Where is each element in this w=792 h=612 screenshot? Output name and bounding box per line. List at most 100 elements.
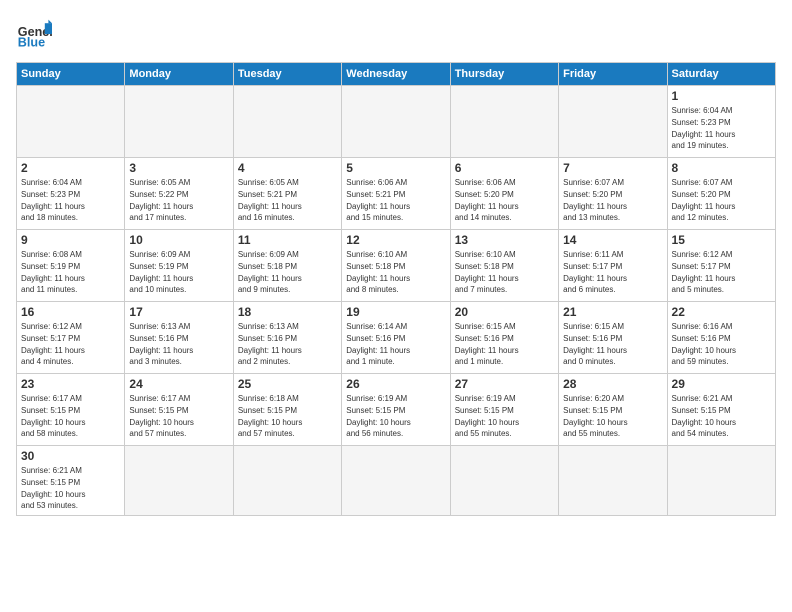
day-cell: 26 Sunrise: 6:19 AM Sunset: 5:15 PM Dayli… bbox=[342, 374, 450, 446]
day-info: Sunrise: 6:20 AM Sunset: 5:15 PM Dayligh… bbox=[563, 394, 627, 438]
day-cell: 17 Sunrise: 6:13 AM Sunset: 5:16 PM Dayli… bbox=[125, 302, 233, 374]
header: General Blue bbox=[16, 16, 776, 52]
day-info: Sunrise: 6:09 AM Sunset: 5:18 PM Dayligh… bbox=[238, 250, 302, 294]
day-info: Sunrise: 6:04 AM Sunset: 5:23 PM Dayligh… bbox=[21, 178, 85, 222]
day-number: 24 bbox=[129, 377, 228, 391]
day-number: 27 bbox=[455, 377, 554, 391]
day-info: Sunrise: 6:15 AM Sunset: 5:16 PM Dayligh… bbox=[455, 322, 519, 366]
day-number: 17 bbox=[129, 305, 228, 319]
day-cell bbox=[125, 446, 233, 516]
day-number: 23 bbox=[21, 377, 120, 391]
day-cell bbox=[450, 86, 558, 158]
header-wednesday: Wednesday bbox=[342, 63, 450, 86]
day-number: 13 bbox=[455, 233, 554, 247]
day-info: Sunrise: 6:19 AM Sunset: 5:15 PM Dayligh… bbox=[346, 394, 410, 438]
day-number: 7 bbox=[563, 161, 662, 175]
logo: General Blue bbox=[16, 16, 56, 52]
day-cell: 21 Sunrise: 6:15 AM Sunset: 5:16 PM Dayli… bbox=[559, 302, 667, 374]
day-number: 18 bbox=[238, 305, 337, 319]
week-row-3: 16 Sunrise: 6:12 AM Sunset: 5:17 PM Dayli… bbox=[17, 302, 776, 374]
day-info: Sunrise: 6:08 AM Sunset: 5:19 PM Dayligh… bbox=[21, 250, 85, 294]
day-info: Sunrise: 6:12 AM Sunset: 5:17 PM Dayligh… bbox=[21, 322, 85, 366]
day-info: Sunrise: 6:10 AM Sunset: 5:18 PM Dayligh… bbox=[455, 250, 519, 294]
day-info: Sunrise: 6:21 AM Sunset: 5:15 PM Dayligh… bbox=[672, 394, 736, 438]
day-number: 30 bbox=[21, 449, 120, 463]
week-row-1: 2 Sunrise: 6:04 AM Sunset: 5:23 PM Daylig… bbox=[17, 158, 776, 230]
day-cell: 25 Sunrise: 6:18 AM Sunset: 5:15 PM Dayli… bbox=[233, 374, 341, 446]
day-info: Sunrise: 6:19 AM Sunset: 5:15 PM Dayligh… bbox=[455, 394, 519, 438]
header-sunday: Sunday bbox=[17, 63, 125, 86]
day-cell: 4Sunrise: 6:05 AM Sunset: 5:21 PM Daylig… bbox=[233, 158, 341, 230]
day-number: 28 bbox=[563, 377, 662, 391]
day-cell bbox=[342, 446, 450, 516]
day-cell: 5Sunrise: 6:06 AM Sunset: 5:21 PM Daylig… bbox=[342, 158, 450, 230]
day-cell: 3Sunrise: 6:05 AM Sunset: 5:22 PM Daylig… bbox=[125, 158, 233, 230]
day-info: Sunrise: 6:13 AM Sunset: 5:16 PM Dayligh… bbox=[238, 322, 302, 366]
day-cell: 24Sunrise: 6:17 AM Sunset: 5:15 PM Dayli… bbox=[125, 374, 233, 446]
day-cell: 12 Sunrise: 6:10 AM Sunset: 5:18 PM Dayli… bbox=[342, 230, 450, 302]
day-cell bbox=[233, 86, 341, 158]
day-info: Sunrise: 6:11 AM Sunset: 5:17 PM Dayligh… bbox=[563, 250, 627, 294]
week-row-0: 1 Sunrise: 6:04 AM Sunset: 5:23 PM Daylig… bbox=[17, 86, 776, 158]
day-number: 10 bbox=[129, 233, 228, 247]
day-cell bbox=[17, 86, 125, 158]
day-number: 26 bbox=[346, 377, 445, 391]
day-cell: 22Sunrise: 6:16 AM Sunset: 5:16 PM Dayli… bbox=[667, 302, 775, 374]
day-cell: 27 Sunrise: 6:19 AM Sunset: 5:15 PM Dayli… bbox=[450, 374, 558, 446]
header-thursday: Thursday bbox=[450, 63, 558, 86]
day-number: 12 bbox=[346, 233, 445, 247]
day-number: 11 bbox=[238, 233, 337, 247]
day-cell bbox=[559, 446, 667, 516]
day-cell bbox=[125, 86, 233, 158]
day-cell: 13 Sunrise: 6:10 AM Sunset: 5:18 PM Dayli… bbox=[450, 230, 558, 302]
day-number: 20 bbox=[455, 305, 554, 319]
svg-text:Blue: Blue bbox=[18, 36, 45, 50]
day-info: Sunrise: 6:06 AM Sunset: 5:20 PM Dayligh… bbox=[455, 178, 519, 222]
day-cell: 7 Sunrise: 6:07 AM Sunset: 5:20 PM Daylig… bbox=[559, 158, 667, 230]
day-cell: 20 Sunrise: 6:15 AM Sunset: 5:16 PM Dayli… bbox=[450, 302, 558, 374]
day-cell bbox=[233, 446, 341, 516]
day-cell: 8Sunrise: 6:07 AM Sunset: 5:20 PM Daylig… bbox=[667, 158, 775, 230]
day-info: Sunrise: 6:09 AM Sunset: 5:19 PM Dayligh… bbox=[129, 250, 193, 294]
day-cell: 30Sunrise: 6:21 AM Sunset: 5:15 PM Dayli… bbox=[17, 446, 125, 516]
day-info: Sunrise: 6:18 AM Sunset: 5:15 PM Dayligh… bbox=[238, 394, 302, 438]
header-friday: Friday bbox=[559, 63, 667, 86]
day-number: 15 bbox=[672, 233, 771, 247]
calendar-table: SundayMondayTuesdayWednesdayThursdayFrid… bbox=[16, 62, 776, 516]
day-cell: 1 Sunrise: 6:04 AM Sunset: 5:23 PM Daylig… bbox=[667, 86, 775, 158]
day-number: 1 bbox=[672, 89, 771, 103]
day-info: Sunrise: 6:17 AM Sunset: 5:15 PM Dayligh… bbox=[21, 394, 85, 438]
day-cell bbox=[342, 86, 450, 158]
day-cell: 11 Sunrise: 6:09 AM Sunset: 5:18 PM Dayli… bbox=[233, 230, 341, 302]
day-cell: 23 Sunrise: 6:17 AM Sunset: 5:15 PM Dayli… bbox=[17, 374, 125, 446]
day-cell: 2 Sunrise: 6:04 AM Sunset: 5:23 PM Daylig… bbox=[17, 158, 125, 230]
day-info: Sunrise: 6:07 AM Sunset: 5:20 PM Dayligh… bbox=[563, 178, 627, 222]
day-number: 25 bbox=[238, 377, 337, 391]
day-cell: 18 Sunrise: 6:13 AM Sunset: 5:16 PM Dayli… bbox=[233, 302, 341, 374]
day-cell: 19Sunrise: 6:14 AM Sunset: 5:16 PM Dayli… bbox=[342, 302, 450, 374]
day-cell bbox=[559, 86, 667, 158]
day-info: Sunrise: 6:13 AM Sunset: 5:16 PM Dayligh… bbox=[129, 322, 193, 366]
day-number: 6 bbox=[455, 161, 554, 175]
week-row-4: 23 Sunrise: 6:17 AM Sunset: 5:15 PM Dayli… bbox=[17, 374, 776, 446]
day-info: Sunrise: 6:10 AM Sunset: 5:18 PM Dayligh… bbox=[346, 250, 410, 294]
week-row-2: 9 Sunrise: 6:08 AM Sunset: 5:19 PM Daylig… bbox=[17, 230, 776, 302]
day-number: 29 bbox=[672, 377, 771, 391]
day-number: 2 bbox=[21, 161, 120, 175]
day-cell bbox=[450, 446, 558, 516]
logo-svg: General Blue bbox=[16, 16, 52, 52]
day-cell: 9 Sunrise: 6:08 AM Sunset: 5:19 PM Daylig… bbox=[17, 230, 125, 302]
day-number: 14 bbox=[563, 233, 662, 247]
day-cell: 10 Sunrise: 6:09 AM Sunset: 5:19 PM Dayli… bbox=[125, 230, 233, 302]
day-number: 16 bbox=[21, 305, 120, 319]
day-info: Sunrise: 6:05 AM Sunset: 5:22 PM Dayligh… bbox=[129, 178, 193, 222]
calendar-body: 1 Sunrise: 6:04 AM Sunset: 5:23 PM Daylig… bbox=[17, 86, 776, 516]
day-cell: 14 Sunrise: 6:11 AM Sunset: 5:17 PM Dayli… bbox=[559, 230, 667, 302]
day-info: Sunrise: 6:15 AM Sunset: 5:16 PM Dayligh… bbox=[563, 322, 627, 366]
day-info: Sunrise: 6:04 AM Sunset: 5:23 PM Dayligh… bbox=[672, 106, 736, 150]
day-number: 9 bbox=[21, 233, 120, 247]
calendar-header: SundayMondayTuesdayWednesdayThursdayFrid… bbox=[17, 63, 776, 86]
day-number: 21 bbox=[563, 305, 662, 319]
header-tuesday: Tuesday bbox=[233, 63, 341, 86]
day-info: Sunrise: 6:16 AM Sunset: 5:16 PM Dayligh… bbox=[672, 322, 736, 366]
